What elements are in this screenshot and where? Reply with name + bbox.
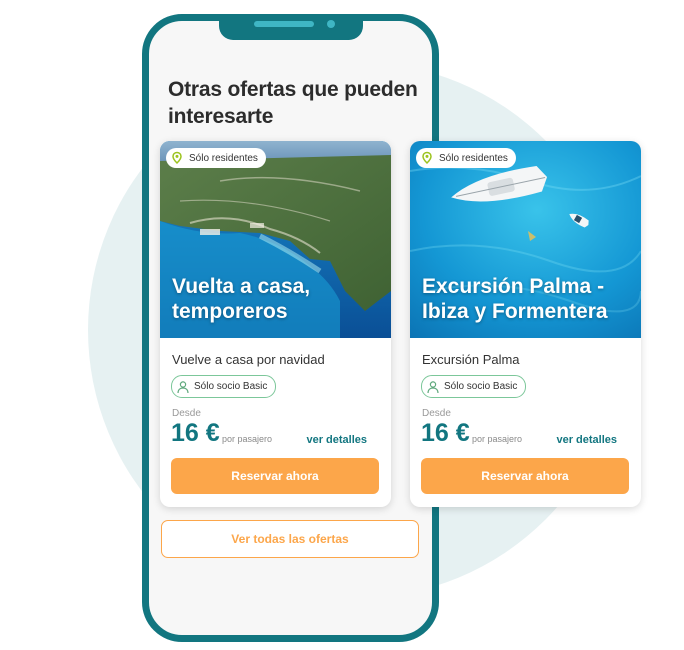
view-all-offers-button[interactable]: Ver todas las ofertas xyxy=(161,520,419,558)
offer-image-coast: Sólo residentes Vuelta a casa, temporero… xyxy=(160,141,391,338)
section-title: Otras ofertas que pueden interesarte xyxy=(168,78,418,128)
price-unit: por pasajero xyxy=(472,434,523,444)
location-badge-label: Sólo residentes xyxy=(439,152,508,164)
phone-notch xyxy=(219,14,363,40)
location-badge: Sólo residentes xyxy=(416,148,516,168)
price-from-label: Desde xyxy=(172,408,201,419)
price-unit: por pasajero xyxy=(222,434,273,444)
offer-card-home[interactable]: Sólo residentes Vuelta a casa, temporero… xyxy=(160,141,391,507)
member-badge-label: Sólo socio Basic xyxy=(194,381,268,392)
member-badge: Sólo socio Basic xyxy=(421,375,527,398)
book-now-button[interactable]: Reservar ahora xyxy=(421,458,629,494)
price-value: 16 € xyxy=(421,419,470,447)
person-icon xyxy=(177,380,189,393)
details-link[interactable]: ver detalles xyxy=(306,434,367,446)
map-pin-icon xyxy=(419,150,435,166)
details-link[interactable]: ver detalles xyxy=(556,434,617,446)
person-icon xyxy=(427,380,439,393)
book-now-button[interactable]: Reservar ahora xyxy=(171,458,379,494)
offer-subtitle: Excursión Palma xyxy=(422,352,520,367)
location-badge: Sólo residentes xyxy=(166,148,266,168)
map-pin-icon xyxy=(169,150,185,166)
member-badge: Sólo socio Basic xyxy=(171,375,277,398)
offer-headline: Vuelta a casa, temporeros xyxy=(172,275,311,323)
offer-image-sea: Sólo residentes Excursión Palma - Ibiza … xyxy=(410,141,641,338)
phone-speaker xyxy=(254,21,314,27)
offer-subtitle: Vuelve a casa por navidad xyxy=(172,352,325,367)
price-value: 16 € xyxy=(171,419,220,447)
offer-card-excursion[interactable]: Sólo residentes Excursión Palma - Ibiza … xyxy=(410,141,641,507)
location-badge-label: Sólo residentes xyxy=(189,152,258,164)
member-badge-label: Sólo socio Basic xyxy=(444,381,518,392)
phone-camera xyxy=(327,20,335,28)
offer-headline: Excursión Palma - Ibiza y Formentera xyxy=(422,275,608,323)
price-from-label: Desde xyxy=(422,408,451,419)
